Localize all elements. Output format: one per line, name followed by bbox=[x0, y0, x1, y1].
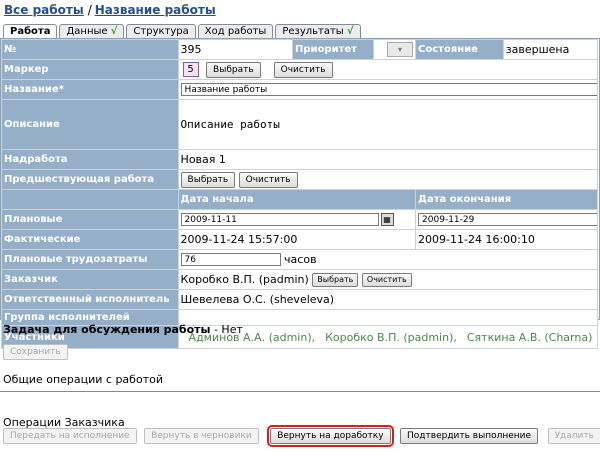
divider bbox=[0, 391, 600, 392]
planned-end-input[interactable]: 2009-11-29 bbox=[418, 213, 597, 227]
planned-start-input[interactable]: 2009-11-11 bbox=[180, 213, 379, 227]
description-textarea[interactable]: Описание работы bbox=[177, 99, 599, 150]
general-ops-label: Общие операции с работой bbox=[3, 373, 163, 386]
breadcrumb-all-works-link[interactable]: Все работы bbox=[4, 3, 84, 17]
discussion-value: - Нет bbox=[213, 323, 243, 336]
discussion-row: Задача для обсуждения работы - Нет bbox=[3, 323, 243, 336]
marker-clear-button[interactable]: Очистить bbox=[273, 61, 333, 78]
name-input[interactable]: Название работы bbox=[180, 83, 597, 97]
predecessor-label: Предшествующая работа bbox=[1, 169, 179, 190]
calendar-icon[interactable]: ▦ bbox=[380, 213, 394, 227]
save-button[interactable]: Сохранить bbox=[3, 344, 68, 360]
responsible-value: Шевелева О.С. (sheveleva) bbox=[177, 289, 599, 310]
actual-label: Фактические bbox=[1, 229, 179, 250]
effort-unit: часов bbox=[284, 252, 317, 266]
check-icon: √ bbox=[346, 26, 354, 37]
marker-choose-button[interactable]: Выбрать bbox=[206, 61, 261, 78]
start-date-header: Дата начала bbox=[177, 189, 417, 210]
discussion-label: Задача для обсуждения работы bbox=[3, 323, 211, 336]
parent-label: Надработа bbox=[1, 149, 179, 170]
customer-value: Коробко В.П. (padmin) bbox=[180, 272, 309, 286]
date-header-spacer bbox=[1, 189, 179, 210]
tab-structure[interactable]: Структура bbox=[126, 24, 196, 38]
description-label: Описание bbox=[1, 99, 179, 150]
customer-label: Заказчик bbox=[1, 269, 179, 290]
tab-bar: Работа Данные √ Структура Ход работы Рез… bbox=[3, 24, 361, 38]
predecessor-choose-button[interactable]: Выбрать bbox=[180, 171, 236, 188]
predecessor-clear-button[interactable]: Очистить bbox=[238, 171, 298, 188]
effort-input[interactable]: 76 bbox=[180, 253, 281, 267]
check-icon: √ bbox=[110, 26, 118, 37]
send-to-execution-button[interactable]: Передать на исполнение bbox=[3, 428, 137, 444]
number-label: № bbox=[1, 39, 179, 60]
state-value: завершена bbox=[502, 39, 599, 60]
customer-clear-button[interactable]: Очистить bbox=[361, 272, 412, 287]
tab-results[interactable]: Результаты √ bbox=[275, 24, 361, 38]
customer-ops-toolbar: Передать на исполнение Вернуть в чернови… bbox=[3, 425, 600, 447]
breadcrumb-separator: / bbox=[87, 3, 92, 17]
actual-end-value: 2009-11-24 16:00:10 bbox=[415, 229, 598, 250]
planned-label: Плановые bbox=[1, 209, 179, 230]
parent-value: Новая 1 bbox=[177, 149, 599, 170]
actual-start-value: 2009-11-24 15:57:00 bbox=[177, 229, 417, 250]
responsible-label: Ответственный исполнитель bbox=[1, 289, 179, 310]
participant-link[interactable]: Коробко В.П. (padmin), bbox=[325, 331, 457, 344]
marker-label: Маркер bbox=[1, 59, 179, 80]
number-value: 395 bbox=[177, 39, 294, 60]
customer-choose-button[interactable]: Выбрать bbox=[312, 272, 359, 287]
tab-work[interactable]: Работа bbox=[3, 24, 58, 38]
return-to-draft-button[interactable]: Вернуть в черновики bbox=[144, 428, 259, 444]
tab-progress[interactable]: Ход работы bbox=[197, 24, 274, 38]
work-form: № 395 Приоритет ▾ Состояние завершена Ма… bbox=[1, 39, 599, 349]
effort-label: Плановые трудозатраты bbox=[1, 249, 179, 270]
delete-button[interactable]: Удалить bbox=[547, 428, 600, 444]
tab-data[interactable]: Данные √ bbox=[59, 24, 125, 38]
return-to-rework-button[interactable]: Вернуть на доработку bbox=[267, 425, 394, 447]
marker-value: 5 bbox=[182, 62, 199, 77]
participant-link[interactable]: Сяткина А.В. (Charna) bbox=[467, 331, 593, 344]
state-label: Состояние bbox=[415, 39, 504, 60]
name-label: Название* bbox=[1, 79, 179, 100]
breadcrumb-current-link[interactable]: Название работы bbox=[95, 3, 216, 17]
priority-label: Приоритет bbox=[292, 39, 375, 60]
breadcrumb: Все работы / Название работы bbox=[4, 3, 216, 17]
priority-select[interactable]: ▾ bbox=[387, 42, 414, 57]
end-date-header: Дата окончания bbox=[415, 189, 598, 210]
confirm-completion-button[interactable]: Подтвердить выполнение bbox=[400, 428, 539, 444]
